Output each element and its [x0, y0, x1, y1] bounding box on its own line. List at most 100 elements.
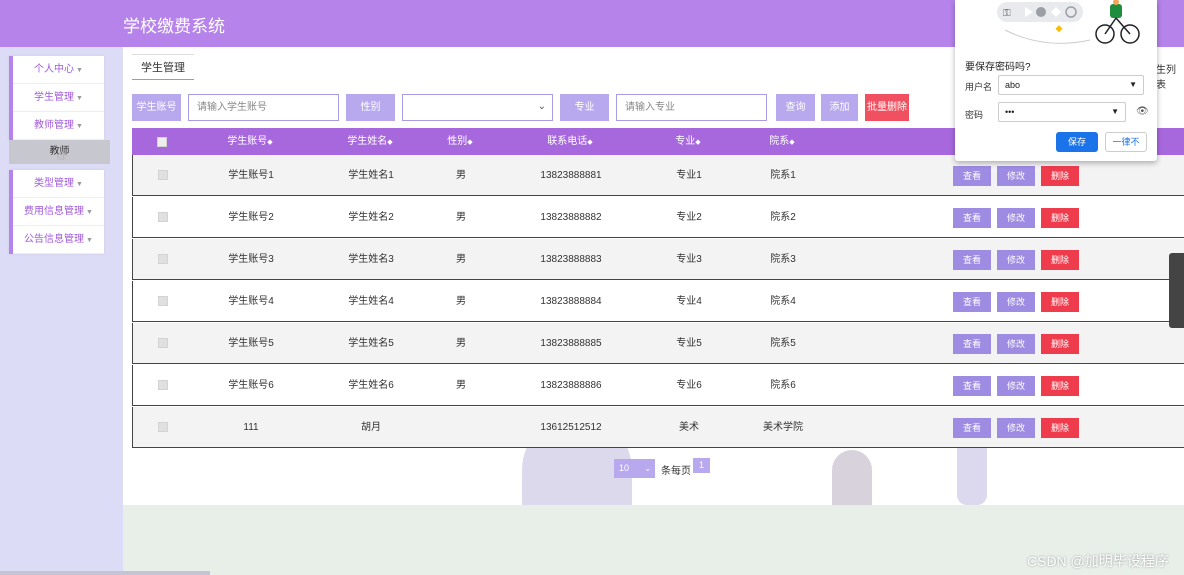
cell-phone: 13823888882: [540, 212, 602, 223]
row-checkbox[interactable]: [158, 296, 168, 306]
cell-dept: 院系5: [770, 338, 796, 349]
header-gender[interactable]: 性别◆: [440, 128, 480, 155]
edit-button[interactable]: 修改: [997, 418, 1035, 438]
breadcrumb[interactable]: 学生管理: [132, 54, 194, 80]
delete-button[interactable]: 删除: [1041, 376, 1079, 396]
view-button[interactable]: 查看: [953, 376, 991, 396]
edit-button[interactable]: 修改: [997, 208, 1035, 228]
add-button[interactable]: 添加: [821, 94, 858, 121]
delete-button[interactable]: 删除: [1041, 208, 1079, 228]
password-field[interactable]: ••• ▼: [998, 102, 1126, 122]
major-search-label: 专业: [560, 94, 609, 121]
edit-button[interactable]: 修改: [997, 334, 1035, 354]
edit-button[interactable]: 修改: [997, 166, 1035, 186]
batch-delete-button[interactable]: 批量删除: [865, 94, 909, 121]
cell-major: 专业4: [676, 296, 702, 307]
page-size-select[interactable]: 10 ⌄: [614, 459, 655, 478]
chevron-down-icon: ▼: [1129, 80, 1137, 89]
account-search-input[interactable]: [188, 94, 339, 121]
select-all-checkbox[interactable]: [157, 137, 167, 147]
row-checkbox[interactable]: [158, 338, 168, 348]
cell-account: 学生账号1: [228, 170, 274, 181]
delete-button[interactable]: 删除: [1041, 334, 1079, 354]
row-checkbox[interactable]: [158, 212, 168, 222]
list-label: 生列表: [1156, 65, 1176, 91]
table-row: 学生账号1 学生姓名1 男 13823888881 专业1 院系1 查看 修改 …: [132, 155, 1184, 196]
header-phone[interactable]: 联系电话◆: [540, 128, 600, 155]
username-label: 用户名: [965, 82, 993, 92]
row-checkbox[interactable]: [158, 422, 168, 432]
page-number-button[interactable]: 1: [693, 458, 710, 473]
username-field[interactable]: abo ▼: [998, 75, 1144, 95]
eye-icon[interactable]: 👁: [1136, 106, 1149, 117]
cell-gender: 男: [456, 380, 466, 391]
delete-button[interactable]: 删除: [1041, 166, 1079, 186]
cell-major: 专业3: [676, 254, 702, 265]
username-value: abo: [1005, 80, 1021, 90]
delete-button[interactable]: 删除: [1041, 250, 1079, 270]
cell-account: 学生账号2: [228, 212, 274, 223]
table-row: 学生账号6 学生姓名6 男 13823888886 专业6 院系6 查看 修改 …: [132, 365, 1184, 406]
page-size-value: 10: [619, 463, 630, 473]
edit-button[interactable]: 修改: [997, 292, 1035, 312]
cell-account: 学生账号3: [228, 254, 274, 265]
cell-dept: 院系2: [770, 212, 796, 223]
caret-down-icon: ▼: [76, 181, 83, 188]
chevron-down-icon: ⌄: [537, 101, 546, 112]
cell-phone: 13823888881: [540, 170, 602, 181]
view-button[interactable]: 查看: [953, 166, 991, 186]
password-illustration: ⚿: [997, 0, 1140, 44]
delete-button[interactable]: 删除: [1041, 418, 1079, 438]
header-dept[interactable]: 院系◆: [762, 128, 802, 155]
cell-gender: 男: [456, 254, 466, 265]
row-checkbox[interactable]: [158, 170, 168, 180]
edit-button[interactable]: 修改: [997, 376, 1035, 396]
sidebar-item-notice-management[interactable]: 公告信息管理 ▼: [13, 226, 104, 254]
row-checkbox[interactable]: [158, 254, 168, 264]
horizontal-scrollbar[interactable]: [0, 571, 210, 575]
view-button[interactable]: 查看: [953, 250, 991, 270]
sidebar-item-teacher-management[interactable]: 教师管理 ▼: [13, 112, 104, 140]
caret-down-icon: ▼: [86, 209, 93, 216]
account-search-label: 学生账号: [132, 94, 181, 121]
sidebar-item-personal-center[interactable]: 个人中心 ▼: [13, 56, 104, 84]
never-save-button[interactable]: 一律不: [1105, 132, 1147, 152]
save-password-button[interactable]: 保存: [1056, 132, 1098, 152]
caret-down-icon: ▼: [76, 95, 83, 102]
password-label: 密码: [965, 110, 984, 120]
side-panel-handle[interactable]: [1169, 253, 1184, 328]
view-button[interactable]: 查看: [953, 208, 991, 228]
cell-major: 专业2: [676, 212, 702, 223]
main-footer-area: [123, 505, 1184, 575]
header-name[interactable]: 学生姓名◆: [340, 128, 400, 155]
query-button[interactable]: 查询: [776, 94, 815, 121]
sort-icon: ◆: [467, 139, 473, 146]
cell-name: 学生姓名6: [348, 380, 394, 391]
cell-phone: 13823888886: [540, 380, 602, 391]
table-row: 学生账号4 学生姓名4 男 13823888884 专业4 院系4 查看 修改 …: [132, 281, 1184, 322]
cell-dept: 院系1: [770, 170, 796, 181]
per-page-label: 条每页: [661, 466, 691, 477]
cell-name: 学生姓名2: [348, 212, 394, 223]
view-button[interactable]: 查看: [953, 418, 991, 438]
cell-phone: 13612512512: [540, 422, 602, 433]
sidebar-item-fee-management[interactable]: 费用信息管理 ▼: [13, 198, 104, 226]
sidebar-item-student-management[interactable]: 学生管理 ▼: [13, 84, 104, 112]
sort-icon: ◆: [267, 139, 273, 146]
major-search-input[interactable]: [616, 94, 767, 121]
delete-button[interactable]: 删除: [1041, 292, 1079, 312]
table-row: 学生账号2 学生姓名2 男 13823888882 专业2 院系2 查看 修改 …: [132, 197, 1184, 238]
gender-select[interactable]: ⌄: [402, 94, 553, 121]
header-major[interactable]: 专业◆: [668, 128, 708, 155]
popup-title: 要保存密码吗?: [965, 62, 1031, 73]
header-account[interactable]: 学生账号◆: [220, 128, 280, 155]
cell-major: 美术: [679, 422, 699, 433]
edit-button[interactable]: 修改: [997, 250, 1035, 270]
cell-account: 学生账号4: [228, 296, 274, 307]
sort-icon: ◆: [587, 139, 593, 146]
sidebar-item-type-management[interactable]: 类型管理 ▼: [13, 170, 104, 198]
cell-dept: 院系4: [770, 296, 796, 307]
view-button[interactable]: 查看: [953, 292, 991, 312]
view-button[interactable]: 查看: [953, 334, 991, 354]
row-checkbox[interactable]: [158, 380, 168, 390]
